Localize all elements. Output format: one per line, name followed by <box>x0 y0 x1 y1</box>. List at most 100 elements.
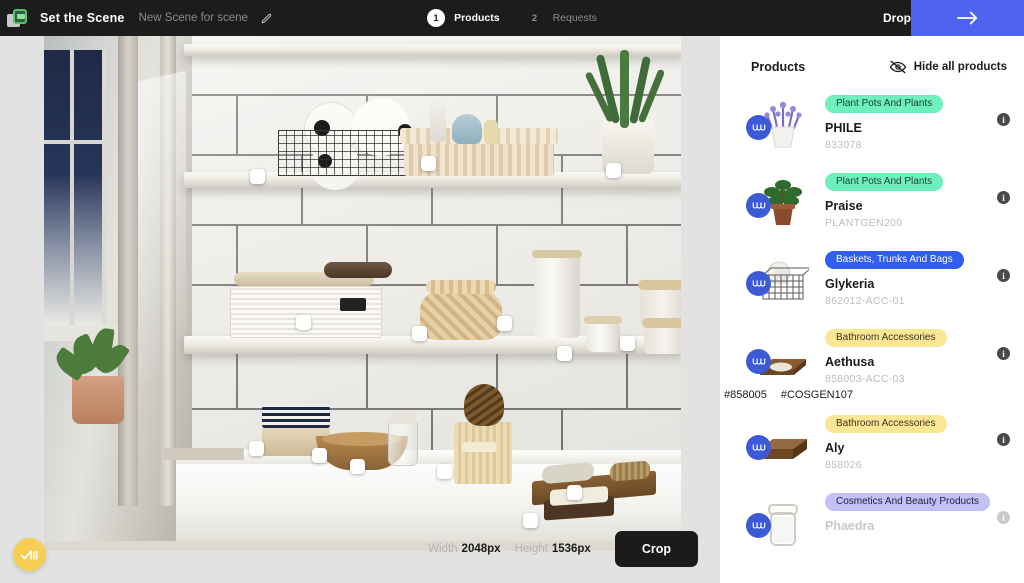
scene-name: New Scene for scene <box>138 12 248 24</box>
product-row[interactable]: Bathroom Accessories Aly 858026 i <box>720 403 1024 481</box>
product-info-icon[interactable]: i <box>997 347 1010 360</box>
product-sku: 833078 <box>825 139 862 151</box>
scene-marker[interactable] <box>421 156 436 171</box>
product-category-tag[interactable]: Cosmetics And Beauty Products <box>825 492 990 511</box>
wizard-steps: 1 Products 2 Requests <box>427 9 597 27</box>
height-label: Height <box>514 543 548 555</box>
product-name: Glykeria <box>825 277 875 291</box>
app-root: Set the Scene New Scene for scene 1 Prod… <box>0 0 1024 583</box>
brand-wave-icon <box>752 358 765 365</box>
step-requests-label: Requests <box>552 12 597 24</box>
scene-marker[interactable] <box>606 163 621 178</box>
products-panel-title: Products <box>751 60 806 74</box>
scene-canvas[interactable]: Width 2048px Height 1536px Crop <box>0 36 720 583</box>
scene-marker[interactable] <box>296 315 311 330</box>
product-thumbnail-wrap <box>746 245 812 311</box>
product-brand-badge[interactable] <box>746 435 771 460</box>
product-brand-badge[interactable] <box>746 271 771 296</box>
product-category-tag[interactable]: Baskets, Trunks And Bags <box>825 250 964 269</box>
product-brand-badge[interactable] <box>746 349 771 374</box>
product-category-tag[interactable]: Bathroom Accessories <box>825 328 947 347</box>
product-sku: PLANTGEN200 <box>825 217 903 229</box>
scene-marker[interactable] <box>249 441 264 456</box>
app-logo[interactable] <box>0 0 34 36</box>
scene-marker[interactable] <box>497 316 512 331</box>
product-category-tag[interactable]: Bathroom Accessories <box>825 414 947 433</box>
hide-all-products-label: Hide all products <box>913 61 1007 73</box>
product-name: Aethusa <box>825 355 875 369</box>
product-row[interactable]: Plant Pots And Plants Praise PLANTGEN200… <box>720 161 1024 239</box>
scene-marker[interactable] <box>250 169 265 184</box>
scene-photo <box>44 36 681 551</box>
crop-button[interactable]: Crop <box>614 531 698 567</box>
hashtag[interactable]: #858005 <box>724 389 767 401</box>
brand-wave-icon <box>752 280 765 287</box>
step-requests-number: 2 <box>531 12 538 24</box>
product-name: Aly <box>825 441 845 455</box>
app-title: Set the Scene <box>40 11 125 25</box>
brand-wave-icon <box>752 202 765 209</box>
step-products[interactable]: 1 Products <box>427 9 500 27</box>
products-panel: Products Hide all products Plant Pots An… <box>720 36 1024 583</box>
step-requests[interactable]: 2 Requests <box>526 9 597 27</box>
product-thumbnail-wrap <box>746 167 812 233</box>
product-info: Bathroom Accessories Aly 858026 <box>812 409 1007 471</box>
scene-marker[interactable] <box>437 464 452 479</box>
product-thumbnail-wrap <box>746 89 812 155</box>
product-category-tag[interactable]: Plant Pots And Plants <box>825 172 944 191</box>
product-info: Plant Pots And Plants Praise PLANTGEN200 <box>812 167 1007 229</box>
product-name: Phaedra <box>825 519 875 533</box>
check-lines-icon <box>20 549 38 560</box>
product-info: Plant Pots And Plants PHILE 833078 <box>812 89 1007 151</box>
product-row[interactable]: Cosmetics And Beauty Products Phaedra i <box>720 481 1024 559</box>
height-value: 1536px <box>551 543 591 555</box>
hashtag[interactable]: #COSGEN107 <box>781 389 853 401</box>
product-info: Baskets, Trunks And Bags Glykeria 862012… <box>812 245 1007 307</box>
product-sku: 858003-ACC-03 <box>825 373 905 385</box>
main-body: Width 2048px Height 1536px Crop Products <box>0 36 1024 583</box>
product-info: Bathroom Accessories Aethusa 858003-ACC-… <box>812 323 1007 385</box>
products-list: Plant Pots And Plants PHILE 833078 i Pla… <box>720 83 1024 559</box>
product-thumbnail-wrap <box>746 487 812 553</box>
brand-wave-icon <box>752 444 765 451</box>
scene-marker[interactable] <box>567 485 582 500</box>
eye-off-icon <box>889 60 906 74</box>
width-value: 2048px <box>461 543 501 555</box>
product-row[interactable]: Baskets, Trunks And Bags Glykeria 862012… <box>720 239 1024 317</box>
product-info-icon[interactable]: i <box>997 433 1010 446</box>
pencil-icon <box>262 13 272 23</box>
top-bar: Set the Scene New Scene for scene 1 Prod… <box>0 0 1024 36</box>
scene-marker[interactable] <box>350 459 365 474</box>
quick-action-button[interactable] <box>13 538 46 571</box>
scene-marker[interactable] <box>412 326 427 341</box>
product-category-tag[interactable]: Plant Pots And Plants <box>825 94 944 113</box>
scene-logo-icon <box>7 8 27 28</box>
step-products-number: 1 <box>427 9 446 27</box>
step-products-label: Products <box>454 12 500 24</box>
product-row[interactable]: Bathroom Accessories Aethusa 858003-ACC-… <box>720 317 1024 395</box>
products-panel-header: Products Hide all products <box>720 36 1024 74</box>
crop-toolbar: Width 2048px Height 1536px Crop <box>0 515 720 583</box>
product-info-icon[interactable]: i <box>997 511 1010 524</box>
product-info-icon[interactable]: i <box>997 191 1010 204</box>
product-info-icon[interactable]: i <box>997 269 1010 282</box>
product-brand-badge[interactable] <box>746 193 771 218</box>
edit-scene-name-button[interactable] <box>258 9 276 27</box>
brand-wave-icon <box>752 522 765 529</box>
product-thumbnail-wrap <box>746 409 812 475</box>
product-brand-badge[interactable] <box>746 115 771 140</box>
width-label: Width <box>428 543 458 555</box>
product-thumbnail-wrap <box>746 323 812 389</box>
scene-marker[interactable] <box>557 346 572 361</box>
product-info-icon[interactable]: i <box>997 113 1010 126</box>
product-info: Cosmetics And Beauty Products Phaedra <box>812 487 1007 537</box>
next-button[interactable] <box>911 0 1024 36</box>
scene-marker[interactable] <box>620 336 635 351</box>
hide-all-products-button[interactable]: Hide all products <box>889 60 1007 74</box>
product-row[interactable]: Plant Pots And Plants PHILE 833078 i <box>720 83 1024 161</box>
scene-marker[interactable] <box>312 448 327 463</box>
product-sku: 858026 <box>825 459 862 471</box>
product-brand-badge[interactable] <box>746 513 771 538</box>
product-sku: 862012-ACC-01 <box>825 295 905 307</box>
drop-button[interactable]: Drop <box>883 11 911 25</box>
